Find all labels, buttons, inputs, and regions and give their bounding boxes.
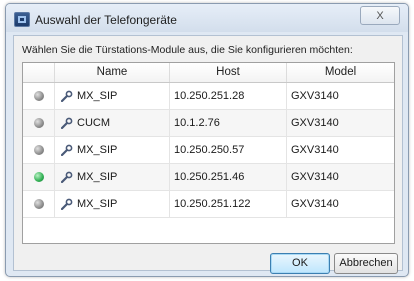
column-header-name[interactable]: Name [55,63,170,82]
wrench-icon [61,117,73,129]
cancel-button[interactable]: Abbrechen [334,253,398,274]
table-row[interactable]: MX_SIP 10.250.251.46 GXV3140 [23,164,394,191]
name-cell: MX_SIP [55,164,170,190]
column-header-host[interactable]: Host [170,63,287,82]
title-bar: Auswahl der Telefongeräte X [6,4,408,32]
status-cell [23,164,55,190]
status-cell [23,110,55,136]
column-header-model[interactable]: Model [287,63,394,82]
status-led-icon [34,199,44,209]
status-led-icon [34,172,44,182]
instruction-text: Wählen Sie die Türstations-Module aus, d… [22,44,353,56]
name-cell: MX_SIP [55,191,170,217]
device-selection-dialog: Auswahl der Telefongeräte X Wählen Sie d… [5,3,409,277]
model-cell: GXV3140 [291,171,339,183]
host-cell: 10.250.251.122 [170,191,287,217]
device-table: Name Host Model MX_SIP 10.250.251.28 GXV… [22,62,395,244]
wrench-icon [61,144,73,156]
table-row[interactable]: CUCM 10.1.2.76 GXV3140 [23,110,394,137]
status-led-icon [34,118,44,128]
app-icon [14,12,30,27]
status-led-icon [34,145,44,155]
host-cell: 10.1.2.76 [170,110,287,136]
dialog-title: Auswahl der Telefongeräte [35,13,177,27]
wrench-icon [61,90,73,102]
close-icon: X [376,9,384,22]
ok-button[interactable]: OK [270,253,330,274]
wrench-icon [61,198,73,210]
status-cell [23,137,55,163]
status-cell [23,191,55,217]
table-row[interactable]: MX_SIP 10.250.251.28 GXV3140 [23,83,394,110]
table-row[interactable]: MX_SIP 10.250.251.122 GXV3140 [23,191,394,218]
model-cell: GXV3140 [291,117,339,129]
host-cell: 10.250.251.46 [170,164,287,190]
column-header-status[interactable] [23,63,55,82]
status-led-icon [34,91,44,101]
name-cell: MX_SIP [55,83,170,109]
host-cell: 10.250.251.28 [170,83,287,109]
wrench-icon [61,171,73,183]
model-cell: GXV3140 [291,144,339,156]
name-cell: MX_SIP [55,137,170,163]
host-cell: 10.250.250.57 [170,137,287,163]
model-cell: GXV3140 [291,90,339,102]
dialog-body: Wählen Sie die Türstations-Module aus, d… [13,35,403,274]
name-cell: CUCM [55,110,170,136]
model-cell: GXV3140 [291,198,339,210]
close-button[interactable]: X [360,6,400,25]
table-row[interactable]: MX_SIP 10.250.250.57 GXV3140 [23,137,394,164]
status-cell [23,83,55,109]
table-header: Name Host Model [23,63,394,83]
